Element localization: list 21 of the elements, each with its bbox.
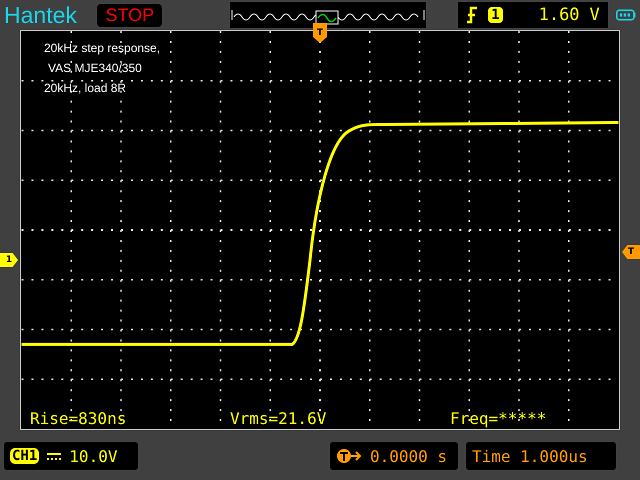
annotation-text: 20kHz step response, <box>44 40 160 57</box>
volts-per-div: 10.0V <box>69 446 118 466</box>
channel-label: CH1 <box>10 448 40 464</box>
trigger-source: 1 <box>488 7 503 23</box>
annotation-text: 20kHz, load 8R <box>44 80 128 97</box>
annotation-text: VAS MJE340/350 <box>47 60 143 77</box>
brand-logo: Hantek <box>4 2 78 28</box>
measurement-reading: Vrms=21.6V <box>230 409 328 428</box>
measurement-reading: Rise=830ns <box>30 409 128 428</box>
channel-marker[interactable]: 1 <box>0 253 18 267</box>
trigger-offset-icon <box>336 448 362 464</box>
run-status[interactable]: STOP <box>97 4 162 26</box>
trigger-unit: V <box>590 5 600 25</box>
trigger-level: 1.60 <box>538 5 580 25</box>
measurement-reading: Freq=***** <box>450 409 546 428</box>
rising-edge-icon <box>466 6 478 24</box>
dc-coupling-icon <box>47 451 62 461</box>
trigger-offset: 0.0000 s <box>370 446 448 466</box>
trigger-level-marker[interactable]: T <box>622 245 640 259</box>
timebase: Time 1.000us <box>472 446 588 466</box>
battery-icon <box>616 8 636 22</box>
